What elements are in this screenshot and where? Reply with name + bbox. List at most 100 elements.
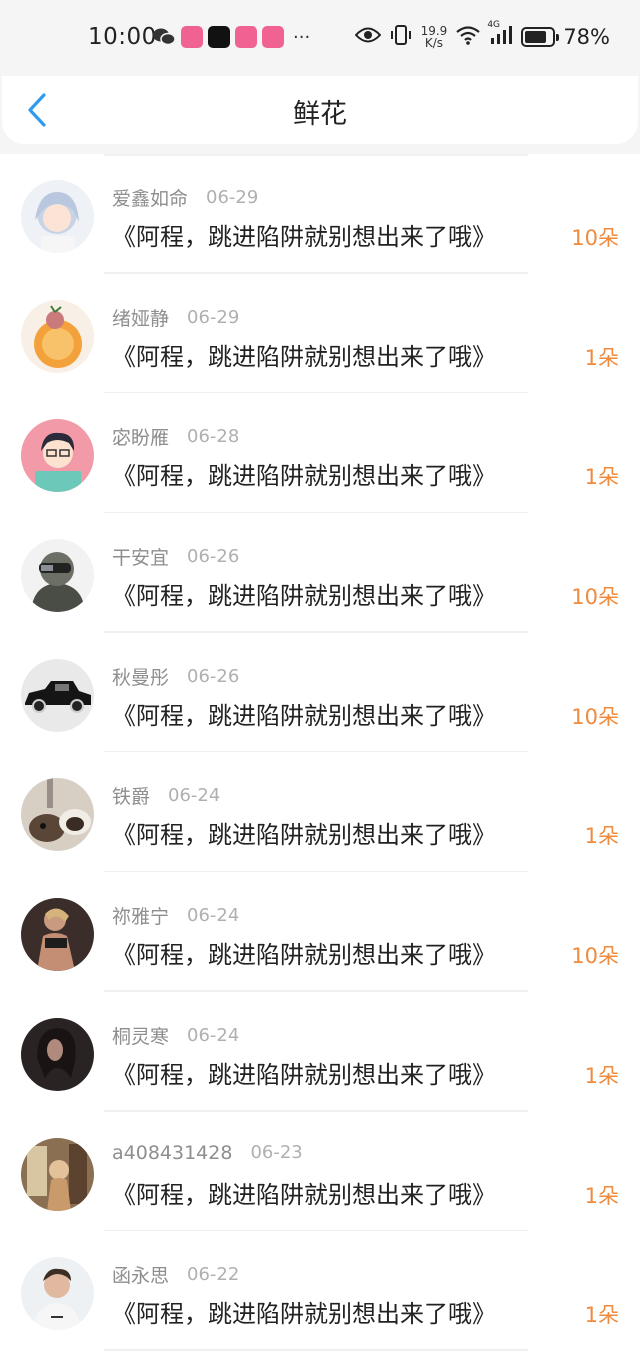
- flower-list: 爱鑫如命 06-29 《阿程，跳进陷阱就别想出来了哦》 10朵 绪娅静 06-29 《阿程，…: [0, 154, 640, 1369]
- vibrate-icon: [389, 23, 413, 51]
- item-date: 06-26: [187, 546, 240, 568]
- user-name[interactable]: 铁爵: [112, 782, 150, 809]
- item-meta: 秋曼彤 06-26: [112, 663, 239, 690]
- dark-portrait-avatar: [21, 1017, 94, 1091]
- flower-count: 1朵: [584, 345, 619, 370]
- user-name[interactable]: 爱鑫如命: [112, 184, 188, 211]
- notification-icons: ···: [152, 26, 310, 48]
- item-comment: 《阿程，跳进陷阱就别想出来了哦》: [112, 1300, 496, 1329]
- item-date: 06-26: [187, 665, 240, 687]
- wifi-icon: [455, 25, 481, 49]
- user-name[interactable]: 干安宜: [112, 543, 169, 570]
- soldier-avatar: [21, 539, 94, 613]
- list-item[interactable]: 桐灵寒 06-24 《阿程，跳进陷阱就别想出来了哦》 1朵: [0, 992, 640, 1112]
- flower-count: 10朵: [571, 704, 619, 729]
- user-name[interactable]: a408431428: [112, 1142, 232, 1164]
- avatar[interactable]: [21, 1137, 94, 1211]
- item-meta: 爱鑫如命 06-29: [112, 184, 258, 211]
- user-name[interactable]: 祢雅宁: [112, 902, 169, 929]
- item-comment: 《阿程，跳进陷阱就别想出来了哦》: [112, 1060, 496, 1089]
- item-comment: 《阿程，跳进陷阱就别想出来了哦》: [112, 462, 496, 491]
- item-date: 06-24: [168, 785, 221, 807]
- status-indicators: 19.9 K/s 4G 78%: [354, 20, 610, 52]
- nav-header: 鲜花: [2, 76, 638, 144]
- flower-count: 10朵: [571, 944, 619, 969]
- item-meta: 铁爵 06-24: [112, 782, 220, 809]
- item-comment: 《阿程，跳进陷阱就别想出来了哦》: [112, 701, 496, 730]
- user-name[interactable]: 秋曼彤: [112, 663, 169, 690]
- list-item[interactable]: 爱鑫如命 06-29 《阿程，跳进陷阱就别想出来了哦》 10朵: [0, 154, 640, 274]
- item-meta: 绪娅静 06-29: [112, 304, 239, 331]
- flower-count: 1朵: [584, 1063, 619, 1088]
- avatar[interactable]: [21, 539, 94, 613]
- flower-count: 10朵: [571, 585, 619, 610]
- item-comment: 《阿程，跳进陷阱就别想出来了哦》: [112, 821, 496, 850]
- anime-girl-avatar: [21, 180, 94, 253]
- cell-signal-icon: 4G: [487, 20, 513, 50]
- avatar[interactable]: [21, 898, 94, 972]
- app-notification-icon: [235, 26, 257, 48]
- app-notification-icon: [208, 26, 230, 48]
- list-item[interactable]: 函永思 06-22 《阿程，跳进陷阱就别想出来了哦》 1朵: [0, 1231, 640, 1351]
- avatar[interactable]: [21, 1017, 94, 1091]
- item-date: 06-24: [187, 905, 240, 927]
- item-meta: 祢雅宁 06-24: [112, 902, 239, 929]
- item-meta: 函永思 06-22: [112, 1261, 239, 1288]
- man-portrait-avatar: [21, 1257, 94, 1331]
- item-date: 06-22: [187, 1264, 240, 1286]
- list-item[interactable]: a408431428 06-23 《阿程，跳进陷阱就别想出来了哦》 1朵: [0, 1112, 640, 1232]
- room-photo-avatar: [21, 1137, 94, 1211]
- dog-avatar: [21, 778, 94, 852]
- item-meta: 干安宜 06-26: [112, 543, 239, 570]
- more-notifications-icon: ···: [293, 26, 311, 48]
- avatar[interactable]: [21, 1257, 94, 1331]
- item-meta: 宓盼雁 06-28: [112, 423, 239, 450]
- item-meta: a408431428 06-23: [112, 1142, 303, 1164]
- item-date: 06-24: [187, 1024, 240, 1046]
- list-item[interactable]: 宓盼雁 06-28 《阿程，跳进陷阱就别想出来了哦》 1朵: [0, 393, 640, 514]
- flower-count: 1朵: [584, 824, 619, 849]
- list-item[interactable]: 干安宜 06-26 《阿程，跳进陷阱就别想出来了哦》 10朵: [0, 513, 640, 633]
- user-name[interactable]: 函永思: [112, 1261, 169, 1288]
- flower-count: 1朵: [584, 1183, 619, 1208]
- item-date: 06-28: [187, 426, 240, 448]
- item-comment: 《阿程，跳进陷阱就别想出来了哦》: [112, 223, 496, 251]
- user-name[interactable]: 绪娅静: [112, 304, 169, 331]
- list-item[interactable]: 祢雅宁 06-24 《阿程，跳进陷阱就别想出来了哦》 10朵: [0, 872, 640, 992]
- avatar[interactable]: [21, 658, 94, 732]
- status-bar: 10:00 ··· 19.9 K/s 4G 78%: [0, 0, 640, 76]
- avatar[interactable]: [21, 180, 94, 253]
- app-notification-icon: [181, 26, 203, 48]
- item-comment: 《阿程，跳进陷阱就别想出来了哦》: [112, 342, 496, 371]
- page-title: 鲜花: [293, 99, 347, 130]
- battery-icon: [521, 27, 560, 47]
- network-speed: 19.9 K/s: [420, 24, 448, 50]
- cartoon-boy-avatar: [21, 419, 94, 493]
- user-name[interactable]: 宓盼雁: [112, 423, 169, 450]
- item-comment: 《阿程，跳进陷阱就别想出来了哦》: [112, 941, 496, 970]
- status-time: 10:00: [88, 24, 157, 50]
- eye-icon: [354, 26, 381, 48]
- item-date: 06-23: [250, 1142, 303, 1163]
- item-meta: 桐灵寒 06-24: [112, 1022, 239, 1049]
- item-comment: 《阿程，跳进陷阱就别想出来了哦》: [112, 582, 496, 611]
- user-name[interactable]: 桐灵寒: [112, 1022, 169, 1049]
- battery-percent: 78%: [563, 25, 610, 49]
- flower-count: 1朵: [584, 1303, 619, 1328]
- avatar[interactable]: [21, 419, 94, 493]
- list-item[interactable]: 铁爵 06-24 《阿程，跳进陷阱就别想出来了哦》 1朵: [0, 752, 640, 873]
- item-date: 06-29: [206, 187, 259, 208]
- list-item[interactable]: 秋曼彤 06-26 《阿程，跳进陷阱就别想出来了哦》 10朵: [0, 633, 640, 753]
- list-item[interactable]: 绪娅静 06-29 《阿程，跳进陷阱就别想出来了哦》 1朵: [0, 274, 640, 394]
- item-date: 06-29: [187, 306, 240, 328]
- app-notification-icon: [262, 26, 284, 48]
- avatar[interactable]: [21, 299, 94, 373]
- car-avatar: [21, 658, 94, 732]
- wechat-icon: [152, 27, 176, 47]
- divider: [104, 1349, 528, 1351]
- avatar[interactable]: [21, 778, 94, 852]
- flower-count: 1朵: [584, 465, 619, 490]
- item-comment: 《阿程，跳进陷阱就别想出来了哦》: [112, 1180, 496, 1209]
- flower-count: 10朵: [571, 226, 619, 250]
- fruit-avatar: [21, 299, 94, 373]
